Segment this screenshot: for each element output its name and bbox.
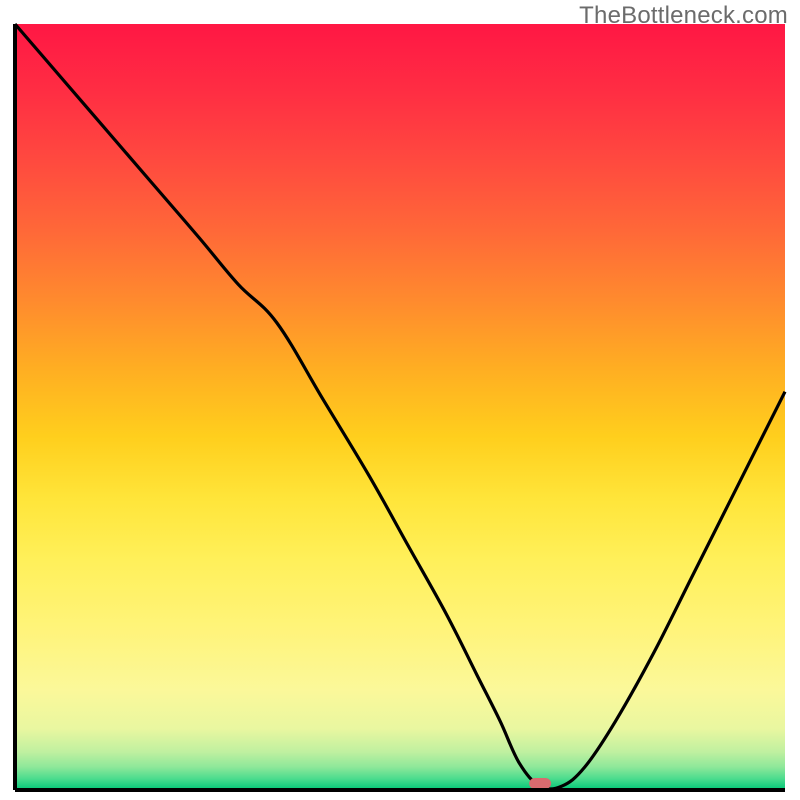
chart-container: TheBottleneck.com [0,0,800,800]
optimum-marker [529,778,551,789]
watermark-label: TheBottleneck.com [579,2,788,30]
chart-svg [0,0,800,800]
chart-background [15,24,785,790]
